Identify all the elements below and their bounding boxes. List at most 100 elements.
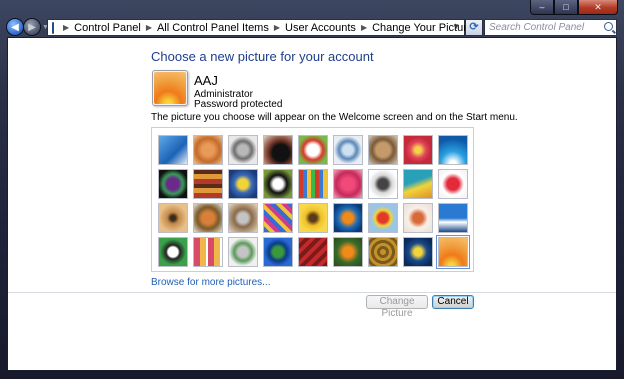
current-picture-image bbox=[154, 72, 186, 104]
account-name: AAJ bbox=[194, 73, 218, 88]
picture-tile-window-frame[interactable] bbox=[263, 237, 293, 267]
picture-tile-ferris-wheel[interactable] bbox=[158, 135, 188, 165]
browse-more-pictures-link[interactable]: Browse for more pictures... bbox=[151, 277, 270, 288]
search-placeholder: Search Control Panel bbox=[489, 22, 585, 33]
picture-tile-hot-air-balloon[interactable] bbox=[368, 203, 398, 233]
breadcrumb-chevron-icon[interactable]: ▶ bbox=[63, 23, 69, 32]
window-frame: – □ ✕ ◀ ▶ ▼ ▶ Control Panel ▶ All Contro… bbox=[0, 0, 624, 379]
ornament-icon bbox=[404, 204, 432, 232]
picture-tile-lucky-cat[interactable] bbox=[298, 135, 328, 165]
refresh-button[interactable]: ⟳ bbox=[465, 19, 483, 36]
picture-tile-fabric[interactable] bbox=[193, 169, 223, 199]
picture-tile-leaf[interactable] bbox=[228, 169, 258, 199]
picture-tile-goldfish[interactable] bbox=[333, 203, 363, 233]
close-button[interactable]: ✕ bbox=[578, 0, 618, 15]
picture-tile-paper-crane[interactable] bbox=[438, 169, 468, 199]
ferris-wheel-icon bbox=[159, 136, 187, 164]
maximize-button[interactable]: □ bbox=[554, 0, 578, 15]
picture-tile-spiral[interactable] bbox=[368, 237, 398, 267]
picture-grid bbox=[151, 127, 474, 272]
breadcrumb-chevron-icon[interactable]: ▶ bbox=[274, 23, 280, 32]
guitar-icon bbox=[159, 204, 187, 232]
picture-tile-ball-ornament[interactable] bbox=[158, 169, 188, 199]
picture-tile-sunflower[interactable] bbox=[298, 203, 328, 233]
picture-tile-sailboat[interactable] bbox=[438, 203, 468, 233]
page-title: Choose a new picture for your account bbox=[151, 49, 374, 64]
sailboat-icon bbox=[439, 204, 467, 232]
dog-icon bbox=[264, 170, 292, 198]
picture-tile-record-player[interactable] bbox=[263, 135, 293, 165]
paper-crane-icon bbox=[439, 170, 467, 198]
search-input[interactable]: Search Control Panel bbox=[484, 19, 617, 36]
picture-tile-starfish[interactable] bbox=[193, 135, 223, 165]
address-bar[interactable]: ▶ Control Panel ▶ All Control Panel Item… bbox=[47, 19, 473, 36]
globe-icon bbox=[334, 136, 362, 164]
paper-star-icon bbox=[334, 170, 362, 198]
change-picture-button[interactable]: Change Picture bbox=[366, 295, 428, 319]
picture-tile-lantern[interactable] bbox=[403, 237, 433, 267]
cancel-button[interactable]: Cancel bbox=[432, 295, 474, 309]
toy-robot-icon bbox=[229, 204, 257, 232]
picture-tile-ferris-wheel-blue[interactable] bbox=[438, 135, 468, 165]
fabric-stripes-icon bbox=[264, 204, 292, 232]
picture-tile-globe[interactable] bbox=[333, 135, 363, 165]
back-button[interactable]: ◀ bbox=[7, 19, 23, 35]
record-player-icon bbox=[264, 136, 292, 164]
cat-icon bbox=[369, 136, 397, 164]
window-controls: – □ ✕ bbox=[530, 0, 618, 16]
breadcrumb: ▶ Control Panel ▶ All Control Panel Item… bbox=[58, 22, 473, 34]
goldfish-icon bbox=[334, 204, 362, 232]
ball-ornament-icon bbox=[159, 170, 187, 198]
control-panel-icon bbox=[52, 21, 54, 34]
marbles-icon bbox=[229, 238, 257, 266]
puppy-icon bbox=[194, 204, 222, 232]
refresh-icon: ⟳ bbox=[469, 21, 479, 33]
picture-description: The picture you choose will appear on th… bbox=[151, 112, 518, 123]
quilt-icon bbox=[194, 238, 222, 266]
picture-tile-cat[interactable] bbox=[368, 135, 398, 165]
picture-tile-jacks[interactable] bbox=[368, 169, 398, 199]
picture-tile-butterfly[interactable] bbox=[333, 237, 363, 267]
robot-toy-icon bbox=[229, 136, 257, 164]
jacks-icon bbox=[369, 170, 397, 198]
minimize-button[interactable]: – bbox=[530, 0, 554, 15]
account-status: Password protected bbox=[194, 99, 283, 110]
lucky-cat-icon bbox=[299, 136, 327, 164]
picture-tile-robot-toy[interactable] bbox=[228, 135, 258, 165]
picture-tile-fabric-stripes[interactable] bbox=[263, 203, 293, 233]
picture-tile-soccer-ball[interactable] bbox=[158, 237, 188, 267]
breadcrumb-control-panel[interactable]: Control Panel bbox=[74, 22, 141, 34]
picture-tile-flower[interactable] bbox=[403, 135, 433, 165]
picture-tile-stairs[interactable] bbox=[403, 169, 433, 199]
breadcrumb-chevron-icon[interactable]: ▶ bbox=[146, 23, 152, 32]
gerbera-icon bbox=[439, 238, 467, 266]
picture-tile-puppy[interactable] bbox=[193, 203, 223, 233]
soccer-ball-icon bbox=[159, 238, 187, 266]
breadcrumb-all-items[interactable]: All Control Panel Items bbox=[157, 22, 269, 34]
spiral-icon bbox=[369, 238, 397, 266]
crayons-icon bbox=[299, 170, 327, 198]
window-frame-icon bbox=[264, 238, 292, 266]
address-dropdown-icon[interactable]: ▼ bbox=[452, 22, 460, 31]
forward-button[interactable]: ▶ bbox=[24, 19, 40, 35]
starfish-icon bbox=[194, 136, 222, 164]
picture-tile-marbles[interactable] bbox=[228, 237, 258, 267]
sunflower-icon bbox=[299, 204, 327, 232]
breadcrumb-user-accounts[interactable]: User Accounts bbox=[285, 22, 356, 34]
picture-tile-crayons[interactable] bbox=[298, 169, 328, 199]
picture-tile-paper-star[interactable] bbox=[333, 169, 363, 199]
picture-tile-gerbera[interactable] bbox=[436, 235, 470, 269]
search-icon[interactable] bbox=[604, 22, 613, 31]
picture-tile-toy-robot[interactable] bbox=[228, 203, 258, 233]
butterfly-icon bbox=[334, 238, 362, 266]
ferris-wheel-blue-icon bbox=[439, 136, 467, 164]
picture-tile-red-fabric[interactable] bbox=[298, 237, 328, 267]
picture-tile-guitar[interactable] bbox=[158, 203, 188, 233]
picture-tile-ornament[interactable] bbox=[403, 203, 433, 233]
breadcrumb-chevron-icon[interactable]: ▶ bbox=[361, 23, 367, 32]
picture-tile-quilt[interactable] bbox=[193, 237, 223, 267]
picture-tile-dog[interactable] bbox=[263, 169, 293, 199]
leaf-icon bbox=[229, 170, 257, 198]
content-pane: Choose a new picture for your account AA… bbox=[7, 37, 617, 371]
arrow-right-icon: ▶ bbox=[28, 21, 36, 33]
